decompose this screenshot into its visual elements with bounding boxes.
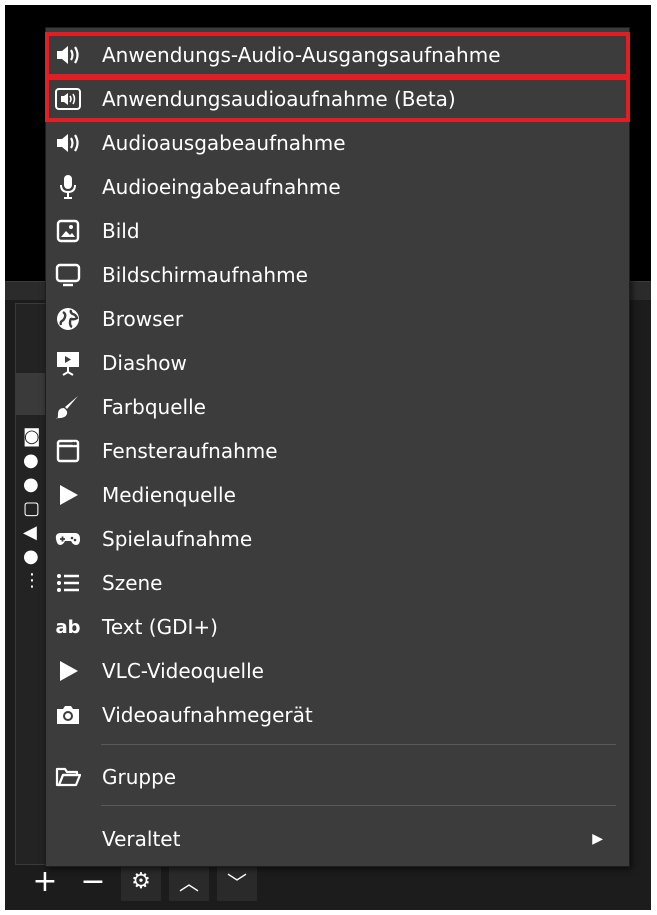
app-audio-icon	[55, 86, 81, 112]
menu-item-label: Browser	[102, 307, 184, 331]
menu-item-label: Videoaufnahmegerät	[102, 703, 313, 727]
monitor-icon	[55, 262, 81, 288]
menu-item-label: Bild	[102, 219, 140, 243]
menu-item-image[interactable]: Bild	[46, 209, 629, 253]
menu-item-label: Audioeingabeaufnahme	[102, 175, 341, 199]
menu-item-label: Gruppe	[102, 765, 177, 789]
chevron-right-icon: ▶	[592, 831, 603, 847]
menu-item-audio-output-capture[interactable]: Audioausgabeaufnahme	[46, 121, 629, 165]
menu-item-game-capture[interactable]: Spielaufnahme	[46, 517, 629, 561]
menu-item-vlc-video-source[interactable]: VLC-Videoquelle	[46, 649, 629, 693]
menu-item-label: Szene	[102, 571, 163, 595]
remove-source-button[interactable]: −	[73, 861, 113, 901]
menu-item-label: Fensteraufnahme	[102, 439, 278, 463]
menu-item-video-capture-device[interactable]: Videoaufnahmegerät	[46, 693, 629, 737]
menu-item-label: Spielaufnahme	[102, 527, 253, 551]
globe-icon	[55, 306, 81, 332]
speaker-icon	[55, 130, 81, 156]
menu-item-display-capture[interactable]: Bildschirmaufnahme	[46, 253, 629, 297]
menu-item-browser[interactable]: Browser	[46, 297, 629, 341]
menu-item-label: Bildschirmaufnahme	[102, 263, 308, 287]
add-source-button[interactable]: +	[25, 861, 65, 901]
chevron-up-icon: ︿	[179, 870, 199, 895]
play-icon	[55, 482, 81, 508]
menu-item-label: Veraltet	[102, 827, 181, 851]
menu-item-slideshow[interactable]: Diashow	[46, 341, 629, 385]
menu-item-label: Text (GDI+)	[102, 615, 218, 639]
gear-icon: ⚙	[131, 868, 151, 894]
camera-icon	[55, 702, 81, 728]
menu-item-label: Anwendungsaudioaufnahme (Beta)	[102, 87, 456, 111]
menu-item-application-audio-output-capture[interactable]: Anwendungs-Audio-Ausgangsaufnahme	[45, 32, 630, 78]
speaker-icon	[55, 42, 81, 68]
source-properties-button[interactable]: ⚙	[121, 861, 161, 901]
folder-icon	[55, 764, 81, 790]
move-down-button[interactable]: ﹀	[217, 861, 257, 901]
menu-separator	[101, 805, 616, 806]
move-up-button[interactable]: ︿	[169, 861, 209, 901]
list-icon	[55, 570, 81, 596]
menu-item-label: Farbquelle	[102, 395, 206, 419]
chevron-down-icon: ﹀	[227, 870, 247, 895]
menu-item-label: VLC-Videoquelle	[102, 659, 264, 683]
menu-item-label: Audioausgabeaufnahme	[102, 131, 346, 155]
menu-item-label: Anwendungs-Audio-Ausgangsaufnahme	[102, 43, 501, 67]
menu-item-text-gdi[interactable]: ab Text (GDI+)	[46, 605, 629, 649]
window-icon	[55, 438, 81, 464]
menu-item-window-capture[interactable]: Fensteraufnahme	[46, 429, 629, 473]
microphone-icon	[55, 174, 81, 200]
gamepad-icon	[55, 526, 81, 552]
text-icon: ab	[55, 616, 81, 638]
brush-icon	[55, 394, 81, 420]
slideshow-icon	[55, 350, 81, 376]
add-source-menu: Anwendungs-Audio-Ausgangsaufnahme Anwend…	[45, 27, 630, 867]
image-icon	[55, 218, 81, 244]
menu-item-scene[interactable]: Szene	[46, 561, 629, 605]
menu-item-label: Diashow	[102, 351, 187, 375]
play-icon	[55, 658, 81, 684]
menu-item-group[interactable]: Gruppe	[46, 755, 629, 799]
menu-item-application-audio-capture-beta[interactable]: Anwendungsaudioaufnahme (Beta)	[45, 76, 630, 122]
menu-item-media-source[interactable]: Medienquelle	[46, 473, 629, 517]
menu-item-audio-input-capture[interactable]: Audioeingabeaufnahme	[46, 165, 629, 209]
menu-item-label: Medienquelle	[102, 483, 236, 507]
menu-separator	[101, 744, 616, 745]
menu-item-color-source[interactable]: Farbquelle	[46, 385, 629, 429]
menu-item-deprecated[interactable]: Veraltet ▶	[46, 817, 629, 861]
